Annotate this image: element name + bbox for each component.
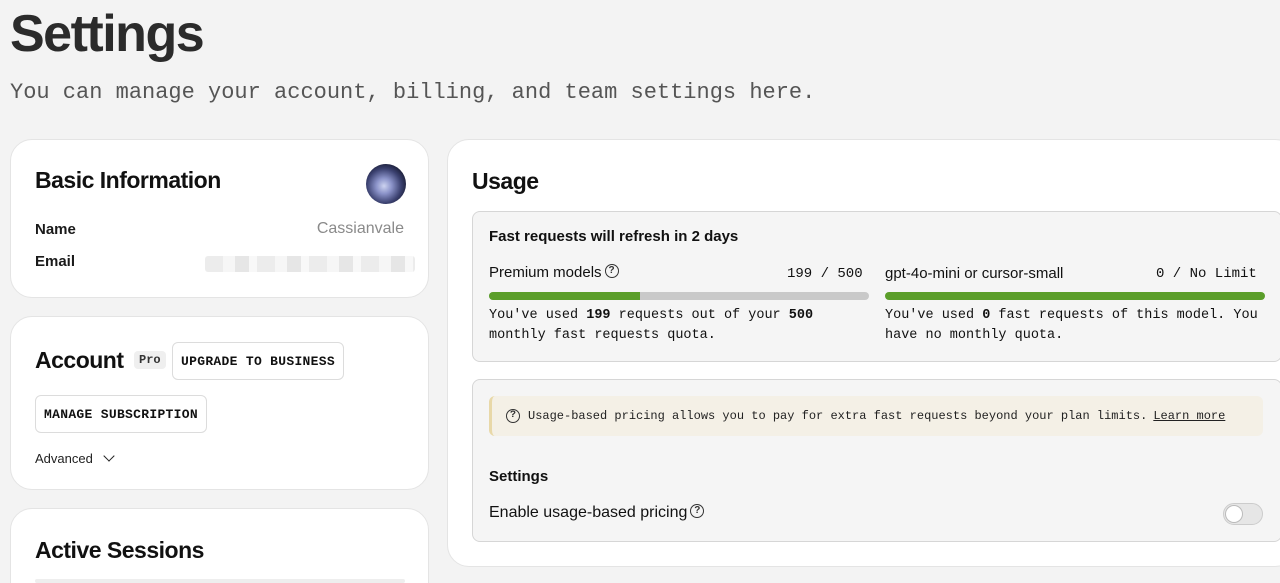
upgrade-to-business-button[interactable]: UPGRADE TO BUSINESS [172, 342, 344, 380]
basic-information-heading: Basic Information [35, 167, 221, 193]
email-value-redacted [205, 256, 415, 272]
premium-models-name: Premium models [489, 264, 602, 281]
mini-usage-description: You've used 0 fast requests of this mode… [885, 308, 1258, 343]
fast-requests-panel: Fast requests will refresh in 2 days Pre… [472, 211, 1280, 362]
premium-models-label: Premium models? [489, 264, 619, 281]
usage-heading: Usage [472, 168, 539, 194]
premium-usage-description: You've used 199 requests out of your 500… [489, 308, 814, 343]
settings-subheading: Settings [489, 468, 549, 485]
manage-subscription-button[interactable]: MANAGE SUBSCRIPTION [35, 395, 207, 433]
refresh-notice: Fast requests will refresh in 2 days [489, 228, 739, 245]
basic-information-card: Basic Information Name Cassianvale Email [10, 139, 429, 298]
premium-usage-count: 199 / 500 [787, 266, 863, 282]
active-sessions-heading: Active Sessions [35, 537, 204, 563]
premium-usage-bar [489, 292, 869, 300]
active-sessions-card: Active Sessions [10, 508, 429, 583]
usage-pricing-notice: ? Usage-based pricing allows you to pay … [489, 396, 1263, 436]
premium-usage-fill [489, 292, 641, 300]
advanced-toggle[interactable]: Advanced [35, 450, 115, 466]
usage-pricing-panel: ? Usage-based pricing allows you to pay … [472, 379, 1280, 542]
account-heading: Account [35, 347, 124, 373]
help-icon: ? [506, 409, 520, 423]
toggle-knob [1226, 506, 1242, 522]
usage-pricing-notice-text: Usage-based pricing allows you to pay fo… [528, 409, 1148, 423]
sessions-list-divider [35, 579, 405, 583]
mini-usage-bar [885, 292, 1265, 300]
mini-usage-fill [885, 292, 1265, 300]
account-card: Account Pro UPGRADE TO BUSINESS MANAGE S… [10, 316, 429, 490]
usage-card: Usage Fast requests will refresh in 2 da… [447, 139, 1280, 567]
usage-pricing-toggle[interactable] [1223, 503, 1263, 525]
page-title: Settings [10, 5, 205, 63]
help-icon[interactable]: ? [690, 504, 705, 518]
advanced-label: Advanced [35, 451, 93, 466]
help-icon[interactable]: ? [604, 264, 619, 278]
plan-badge: Pro [134, 351, 166, 369]
email-label: Email [35, 253, 76, 270]
mini-usage-count: 0 / No Limit [1156, 266, 1257, 282]
mini-models-label: gpt-4o-mini or cursor-small [885, 265, 1064, 282]
avatar[interactable] [366, 164, 406, 204]
learn-more-link[interactable]: Learn more [1153, 409, 1225, 423]
chevron-down-icon [103, 450, 115, 462]
page-subtitle: You can manage your account, billing, an… [10, 80, 816, 105]
name-value: Cassianvale [316, 220, 404, 237]
enable-usage-pricing-text: Enable usage-based pricing [489, 504, 688, 521]
name-label: Name [35, 221, 76, 238]
enable-usage-pricing-label: Enable usage-based pricing? [489, 504, 705, 522]
